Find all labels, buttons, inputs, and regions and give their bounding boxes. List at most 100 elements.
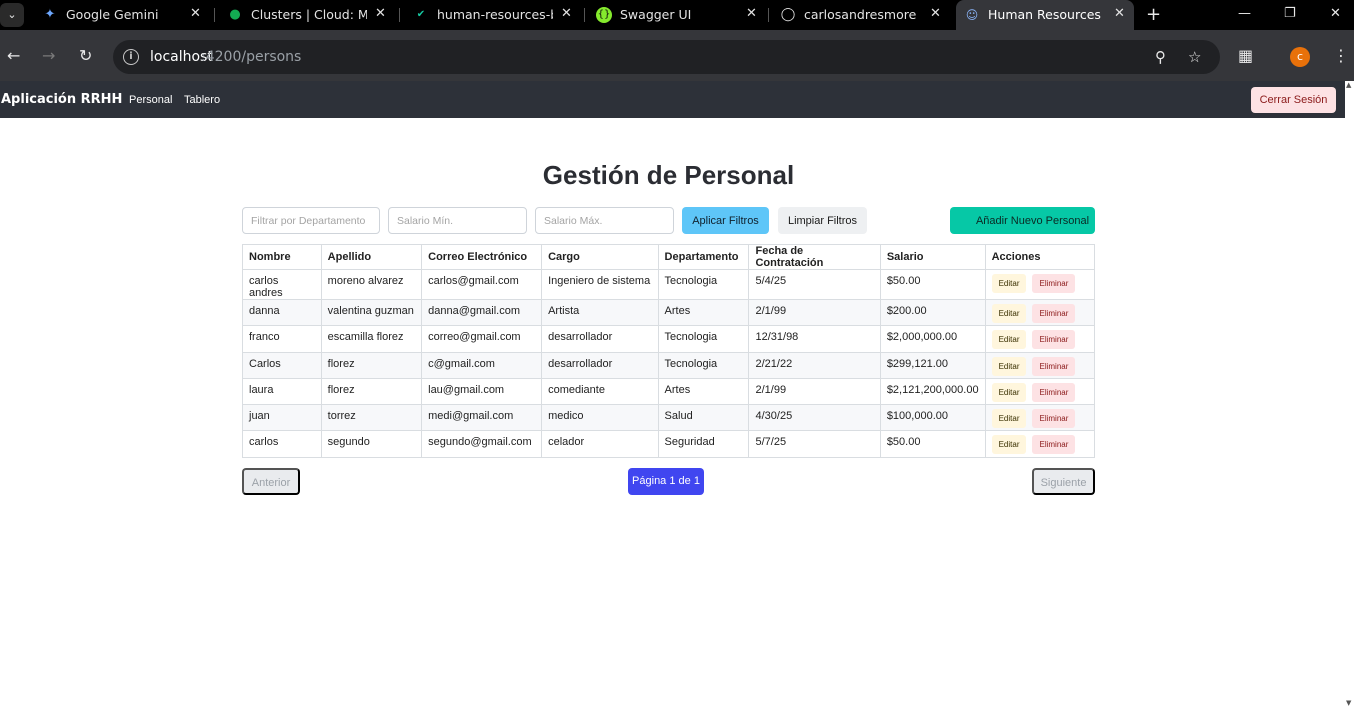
site-info-icon[interactable]: i <box>123 49 139 65</box>
cell-cargo: comediante <box>541 377 659 406</box>
cell-acciones: Editar Eliminar <box>984 377 1096 406</box>
cell-apellido: moreno alvarez <box>320 269 423 300</box>
cell-fecha: 12/31/98 <box>748 325 881 353</box>
delete-button[interactable]: Eliminar <box>1032 330 1076 350</box>
add-personnel-button[interactable]: Añadir Nuevo Personal <box>950 207 1095 234</box>
close-icon[interactable]: ✕ <box>746 6 757 21</box>
zoom-icon[interactable]: ⚲ <box>1155 48 1166 66</box>
cell-correo: carlos@gmail.com <box>421 269 543 300</box>
column-header: Fecha de Contratación <box>748 244 881 270</box>
cell-departamento: Salud <box>657 404 750 432</box>
new-tab-plus-icon[interactable]: + <box>1146 4 1161 25</box>
cell-acciones: Editar Eliminar <box>984 404 1096 432</box>
column-header: Apellido <box>320 244 423 270</box>
table-row: danna valentina guzman danna@gmail.com Arti… <box>242 298 1096 327</box>
cell-salario: $100,000.00 <box>879 404 986 432</box>
page-indicator: Página 1 de 1 <box>628 468 704 495</box>
cell-acciones: Editar Eliminar <box>984 298 1096 327</box>
table-row: Carlos florez c@gmail.com desarrollador Tecn… <box>242 351 1096 379</box>
table-row: laura florez lau@gmail.com comediante Artes 2… <box>242 377 1096 406</box>
scroll-down-arrow-icon[interactable]: ▼ <box>1346 699 1351 707</box>
close-icon[interactable]: ✕ <box>1114 6 1125 21</box>
cell-departamento: Tecnologia <box>657 269 750 300</box>
cell-acciones: Editar Eliminar <box>984 325 1096 353</box>
cell-nombre: danna <box>242 298 322 327</box>
next-page-button[interactable]: Siguiente <box>1032 468 1095 495</box>
previous-page-button[interactable]: Anterior <box>242 468 300 495</box>
edit-button[interactable]: Editar <box>991 409 1027 429</box>
close-icon[interactable]: ✕ <box>561 6 572 21</box>
tab-swagger-ui[interactable]: {} Swagger UI ✕ <box>596 0 757 30</box>
salary-min-input[interactable] <box>388 207 527 234</box>
cell-nombre: laura <box>242 377 322 406</box>
cell-salario: $2,121,200,000.00 <box>879 377 986 406</box>
cell-apellido: escamilla florez <box>320 325 423 353</box>
edit-button[interactable]: Editar <box>991 274 1027 293</box>
cell-cargo: desarrollador <box>541 351 659 379</box>
reload-icon[interactable]: ↻ <box>79 46 92 65</box>
edit-button[interactable]: Editar <box>991 330 1027 350</box>
more-menu-icon[interactable]: ⋮ <box>1333 46 1349 65</box>
back-arrow-icon[interactable]: ← <box>7 46 20 65</box>
window-close-icon[interactable]: ✕ <box>1330 6 1341 21</box>
cell-departamento: Tecnologia <box>657 351 750 379</box>
cell-apellido: torrez <box>320 404 423 432</box>
page-scrollbar[interactable]: ▲ ▼ <box>1345 81 1354 709</box>
edit-button[interactable]: Editar <box>991 435 1027 455</box>
profile-avatar[interactable]: c <box>1290 47 1310 67</box>
cell-correo: lau@gmail.com <box>421 377 543 406</box>
close-icon[interactable]: ✕ <box>190 6 201 21</box>
cell-departamento: Tecnologia <box>657 325 750 353</box>
close-icon[interactable]: ✕ <box>375 6 386 21</box>
salary-max-input[interactable] <box>535 207 674 234</box>
address-bar[interactable]: i localhost :4200/persons ⚲ ☆ <box>113 40 1220 74</box>
delete-button[interactable]: Eliminar <box>1032 409 1076 429</box>
apply-filters-button[interactable]: Aplicar Filtros <box>682 207 769 234</box>
cell-salario: $50.00 <box>879 430 986 458</box>
minimize-icon[interactable]: — <box>1238 6 1251 21</box>
tab-mongodb-clusters[interactable]: ● Clusters | Cloud: Mon ✕ <box>227 0 387 30</box>
cell-acciones: Editar Eliminar <box>984 351 1096 379</box>
bookmark-star-icon[interactable]: ☆ <box>1188 48 1201 66</box>
cell-salario: $2,000,000.00 <box>879 325 986 353</box>
tab-title: Swagger UI <box>620 7 692 22</box>
close-icon[interactable]: ✕ <box>930 6 941 21</box>
tab-human-resources-backend[interactable]: ✔ human-resources-bac ✕ <box>413 0 573 30</box>
scroll-up-arrow-icon[interactable]: ▲ <box>1346 81 1351 89</box>
tab-title: human-resources-bac <box>437 7 553 22</box>
delete-button[interactable]: Eliminar <box>1032 304 1076 323</box>
cell-correo: medi@gmail.com <box>421 404 543 432</box>
cell-fecha: 5/7/25 <box>748 430 881 458</box>
logout-button[interactable]: Cerrar Sesión <box>1251 87 1336 113</box>
clear-filters-button[interactable]: Limpiar Filtros <box>778 207 867 234</box>
cell-departamento: Seguridad <box>657 430 750 458</box>
restore-icon[interactable]: ❐ <box>1284 6 1296 21</box>
table-row: carlos andres moreno alvarez carlos@gmail.… <box>242 269 1096 300</box>
edit-button[interactable]: Editar <box>991 356 1027 376</box>
browser-tab-bar: ⌄ ✦ Google Gemini ✕ ● Clusters | Cloud: … <box>0 0 1354 30</box>
forward-arrow-icon[interactable]: → <box>42 46 55 65</box>
delete-button[interactable]: Eliminar <box>1032 382 1076 402</box>
table-row: carlos segundo segundo@gmail.com celador Seg… <box>242 430 1096 458</box>
cell-cargo: desarrollador <box>541 325 659 353</box>
gemini-icon: ✦ <box>44 7 56 22</box>
tab-search-chevron-icon[interactable]: ⌄ <box>0 3 24 27</box>
app-brand[interactable]: Aplicación RRHH <box>1 92 122 107</box>
cell-cargo: celador <box>541 430 659 458</box>
extensions-puzzle-icon[interactable]: ▦ <box>1238 46 1253 65</box>
delete-button[interactable]: Eliminar <box>1032 356 1076 376</box>
tab-google-gemini[interactable]: ✦ Google Gemini ✕ <box>42 0 202 30</box>
department-filter-input[interactable] <box>242 207 380 234</box>
cell-cargo: Artista <box>541 298 659 327</box>
delete-button[interactable]: Eliminar <box>1032 435 1076 455</box>
delete-button[interactable]: Eliminar <box>1032 274 1076 293</box>
tab-github-repo[interactable]: ◯ carlosandresmoreno/ ✕ <box>780 0 942 30</box>
nav-link-personal[interactable]: Personal <box>129 94 172 106</box>
edit-button[interactable]: Editar <box>991 382 1027 402</box>
nav-link-tablero[interactable]: Tablero <box>184 94 220 106</box>
tab-human-resources[interactable]: ☺ Human Resources ✕ <box>956 0 1134 30</box>
table-header-row: Nombre Apellido Correo Electrónico Cargo… <box>242 244 1096 270</box>
tab-title: Clusters | Cloud: Mon <box>251 7 367 22</box>
edit-button[interactable]: Editar <box>991 304 1027 323</box>
cell-acciones: Editar Eliminar <box>984 430 1096 458</box>
